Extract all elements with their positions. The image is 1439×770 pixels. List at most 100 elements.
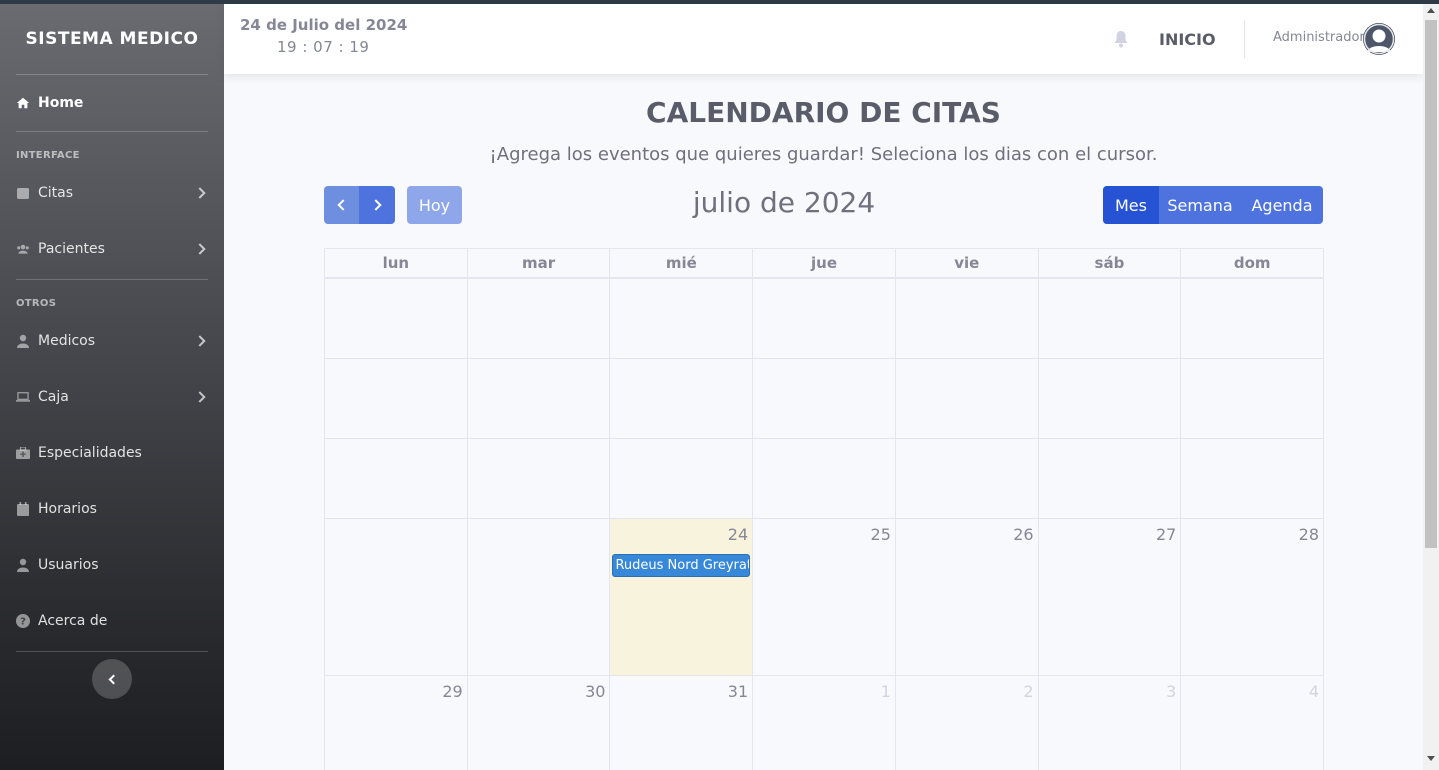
calendar-day-cell[interactable]: 29: [325, 676, 468, 770]
calendar-day-cell[interactable]: [1039, 359, 1182, 438]
view-month-button[interactable]: Mes: [1103, 186, 1159, 224]
calendar-day-cell[interactable]: [325, 359, 468, 438]
sidebar-item-medicos[interactable]: Medicos: [0, 313, 224, 369]
user-name[interactable]: Administrador: [1273, 30, 1365, 45]
calendar-day-cell[interactable]: 26: [896, 519, 1039, 675]
sidebar-heading-otros: OTROS: [16, 298, 57, 309]
day-number[interactable]: 25: [871, 525, 891, 544]
calendar-day-cell[interactable]: 4: [1181, 676, 1323, 770]
day-number[interactable]: 31: [728, 682, 748, 701]
calendar-title: julio de 2024: [692, 186, 876, 219]
calendar-week-row: [325, 359, 1323, 439]
sidebar-divider: [16, 651, 208, 652]
sidebar-toggle-button[interactable]: [92, 659, 132, 699]
sidebar-item-especialidades[interactable]: Especialidades: [0, 425, 224, 481]
calendar-day-cell[interactable]: [896, 439, 1039, 518]
users-icon: [16, 242, 30, 256]
page-scrollbar[interactable]: [1423, 4, 1439, 770]
calendar-day-cell[interactable]: 2: [896, 676, 1039, 770]
sidebar-item-home[interactable]: Home: [0, 75, 224, 131]
scroll-down-arrow-icon[interactable]: [1427, 756, 1435, 761]
calendar-day-cell[interactable]: [325, 279, 468, 358]
calendar-icon: [16, 502, 30, 516]
briefcase-medical-icon: [16, 446, 30, 460]
sidebar-item-label: Pacientes: [38, 241, 105, 257]
calendar-day-cell[interactable]: [610, 359, 754, 438]
calendar-day-cell[interactable]: [325, 519, 468, 675]
calendar-day-cell[interactable]: 31: [610, 676, 754, 770]
scroll-thumb[interactable]: [1425, 20, 1437, 548]
calendar-day-cell[interactable]: [753, 359, 896, 438]
scroll-up-arrow-icon[interactable]: [1427, 8, 1435, 13]
calendar-day-cell[interactable]: [610, 279, 754, 358]
day-number[interactable]: 24: [728, 525, 748, 544]
sidebar-item-label: Especialidades: [38, 445, 142, 461]
calendar-day-cell[interactable]: [1181, 439, 1323, 518]
calendar-day-cell[interactable]: [753, 439, 896, 518]
today-button[interactable]: Hoy: [407, 186, 462, 224]
calendar-day-cell[interactable]: [1039, 279, 1182, 358]
sidebar-item-caja[interactable]: Caja: [0, 369, 224, 425]
calendar-day-cell[interactable]: 30: [468, 676, 611, 770]
calendar-day-cell[interactable]: 27: [1039, 519, 1182, 675]
sidebar-item-citas[interactable]: Citas: [0, 165, 224, 221]
sidebar-item-label: Medicos: [38, 333, 96, 349]
calendar-day-cell[interactable]: [468, 359, 611, 438]
svg-text:?: ?: [20, 617, 26, 628]
next-month-button[interactable]: [359, 186, 395, 224]
calendar-day-cell[interactable]: [1181, 359, 1323, 438]
day-number[interactable]: 2: [1023, 682, 1033, 701]
calendar-day-cell[interactable]: [896, 359, 1039, 438]
avatar[interactable]: [1363, 23, 1395, 55]
view-agenda-button[interactable]: Agenda: [1241, 186, 1323, 224]
chevron-left-icon: [337, 199, 349, 211]
calendar-grid: lun mar mié jue vie sáb dom 24 Rudeus Nord Grey…: [324, 248, 1324, 770]
inicio-link[interactable]: INICIO: [1159, 30, 1216, 49]
page-subtitle: ¡Agrega los eventos que quieres guardar!…: [489, 144, 1158, 165]
calendar-day-cell[interactable]: [468, 519, 611, 675]
topbar: 24 de Julio del 2024 19 : 07 : 19 INICIO…: [224, 4, 1423, 74]
sidebar-item-label: Citas: [38, 185, 74, 201]
day-number[interactable]: 26: [1013, 525, 1033, 544]
chevron-right-icon: [194, 243, 206, 255]
calendar-day-cell[interactable]: [1039, 439, 1182, 518]
view-switcher: Mes Semana Agenda: [1103, 186, 1323, 224]
sidebar-item-horarios[interactable]: Horarios: [0, 481, 224, 537]
calendar-day-cell[interactable]: [468, 279, 611, 358]
view-week-button[interactable]: Semana: [1159, 186, 1241, 224]
calendar-day-cell[interactable]: 3: [1039, 676, 1182, 770]
prev-month-button[interactable]: [324, 186, 359, 224]
topbar-divider: [1244, 20, 1245, 58]
chevron-left-icon: [108, 674, 119, 684]
day-number[interactable]: 29: [442, 682, 462, 701]
day-number[interactable]: 3: [1166, 682, 1176, 701]
calendar-day-cell[interactable]: 28: [1181, 519, 1323, 675]
day-number[interactable]: 4: [1309, 682, 1319, 701]
home-icon: [16, 96, 30, 110]
calendar-day-cell[interactable]: [325, 439, 468, 518]
calendar-day-cell[interactable]: 1: [753, 676, 896, 770]
calendar-week-row: [325, 279, 1323, 359]
sidebar-item-usuarios[interactable]: Usuarios: [0, 537, 224, 593]
calendar-day-cell[interactable]: [468, 439, 611, 518]
sidebar-item-acerca-de[interactable]: ? Acerca de: [0, 593, 224, 649]
weekday-header: vie: [896, 249, 1039, 277]
chevron-right-icon: [194, 187, 206, 199]
sidebar-item-pacientes[interactable]: Pacientes: [0, 221, 224, 277]
bell-icon[interactable]: [1113, 30, 1129, 53]
day-number[interactable]: 30: [585, 682, 605, 701]
brand-title[interactable]: SISTEMA MEDICO: [0, 4, 224, 74]
day-number[interactable]: 1: [881, 682, 891, 701]
calendar-day-today[interactable]: 24 Rudeus Nord Greyrat1: [610, 519, 754, 675]
day-number[interactable]: 28: [1299, 525, 1319, 544]
weekday-header: dom: [1233, 254, 1271, 272]
calendar-day-cell[interactable]: [896, 279, 1039, 358]
calendar-day-cell[interactable]: 25: [753, 519, 896, 675]
calendar-week-row: [325, 439, 1323, 519]
calendar-day-cell[interactable]: [753, 279, 896, 358]
day-number[interactable]: 27: [1156, 525, 1176, 544]
calendar-day-cell[interactable]: [610, 439, 754, 518]
doctor-icon: [16, 334, 30, 348]
calendar-event[interactable]: Rudeus Nord Greyrat1: [612, 554, 751, 577]
calendar-day-cell[interactable]: [1181, 279, 1323, 358]
